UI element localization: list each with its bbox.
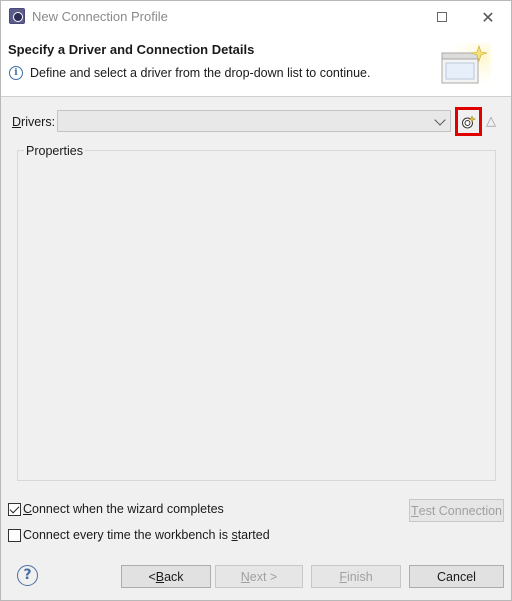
properties-group-label: Properties: [24, 144, 85, 158]
edit-driver-definition-icon: △: [486, 113, 496, 129]
new-driver-definition-icon: [461, 114, 476, 128]
drivers-label: Drivers:: [12, 115, 56, 129]
wizard-banner: Specify a Driver and Connection Details …: [1, 33, 511, 97]
close-icon: ✕: [481, 7, 495, 27]
help-icon[interactable]: ?: [17, 565, 38, 586]
connect-on-start-checkbox[interactable]: [8, 529, 21, 542]
window-title: New Connection Profile: [32, 9, 168, 24]
app-icon: [9, 8, 25, 24]
new-driver-definition-button[interactable]: [455, 107, 482, 136]
maximize-button[interactable]: [420, 1, 464, 33]
new-connection-profile-dialog: New Connection Profile ✕ Specify a Drive…: [0, 0, 512, 601]
properties-group: [17, 150, 496, 481]
connect-on-complete-label[interactable]: Connect when the wizard completes: [23, 502, 224, 516]
edit-driver-definition-button[interactable]: △: [483, 111, 499, 131]
next-button[interactable]: Next >: [215, 565, 303, 588]
connect-on-start-label[interactable]: Connect every time the workbench is star…: [23, 528, 270, 542]
info-icon: i: [9, 66, 23, 80]
page-description: Define and select a driver from the drop…: [30, 66, 371, 80]
back-button[interactable]: < Back: [121, 565, 211, 588]
chevron-down-icon: [434, 114, 446, 126]
wizard-banner-graphic-icon: [439, 43, 491, 91]
close-button[interactable]: ✕: [466, 1, 510, 33]
title-bar: New Connection Profile ✕: [1, 1, 511, 33]
cancel-button[interactable]: Cancel: [409, 565, 504, 588]
connect-on-complete-checkbox[interactable]: [8, 503, 21, 516]
finish-button[interactable]: Finish: [311, 565, 401, 588]
page-title: Specify a Driver and Connection Details: [8, 42, 255, 57]
test-connection-button[interactable]: Test Connection: [409, 499, 504, 522]
maximize-icon: [437, 12, 447, 22]
drivers-dropdown[interactable]: [57, 110, 451, 132]
